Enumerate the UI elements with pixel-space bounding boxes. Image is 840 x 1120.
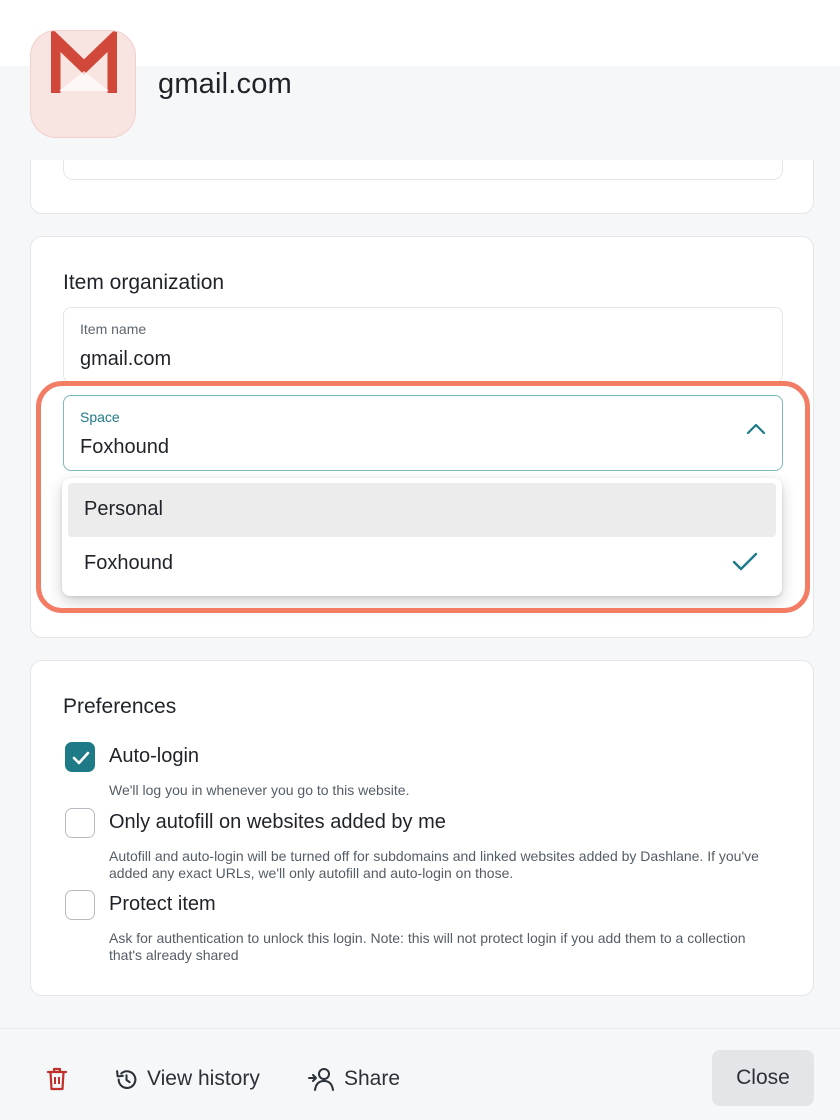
site-title: gmail.com [158, 68, 292, 100]
protect-item-checkbox[interactable] [65, 890, 95, 920]
share-user-icon [308, 1068, 334, 1091]
view-history-label: View history [147, 1067, 260, 1090]
share-button[interactable]: Share [308, 1064, 400, 1094]
only-autofill-description: Autofill and auto-login will be turned o… [109, 848, 759, 881]
gmail-logo-icon [30, 30, 136, 138]
history-icon [116, 1069, 137, 1089]
view-history-button[interactable]: View history [114, 1064, 260, 1094]
only-autofill-checkbox[interactable] [65, 808, 95, 838]
auto-login-description: We'll log you in whenever you go to this… [109, 782, 410, 798]
preferences-card: Preferences Auto-login We'll log you in … [30, 660, 814, 996]
protect-item-label[interactable]: Protect item [109, 893, 216, 916]
auto-login-label[interactable]: Auto-login [109, 745, 199, 768]
item-name-value[interactable]: gmail.com [80, 348, 171, 371]
close-label: Close [736, 1066, 790, 1089]
highlight-outline [36, 381, 810, 613]
protect-item-description: Ask for authentication to unlock this lo… [109, 930, 746, 963]
share-label: Share [344, 1067, 401, 1090]
section-title: Preferences [63, 695, 177, 718]
section-title: Item organization [63, 271, 225, 294]
auto-login-checkbox[interactable] [65, 742, 95, 772]
item-name-label: Item name [80, 321, 147, 337]
close-button[interactable]: Close [712, 1050, 814, 1106]
trash-icon[interactable] [45, 1066, 69, 1097]
only-autofill-label[interactable]: Only autofill on websites added by me [109, 811, 446, 834]
item-name-field[interactable]: Item name gmail.com [63, 307, 783, 383]
